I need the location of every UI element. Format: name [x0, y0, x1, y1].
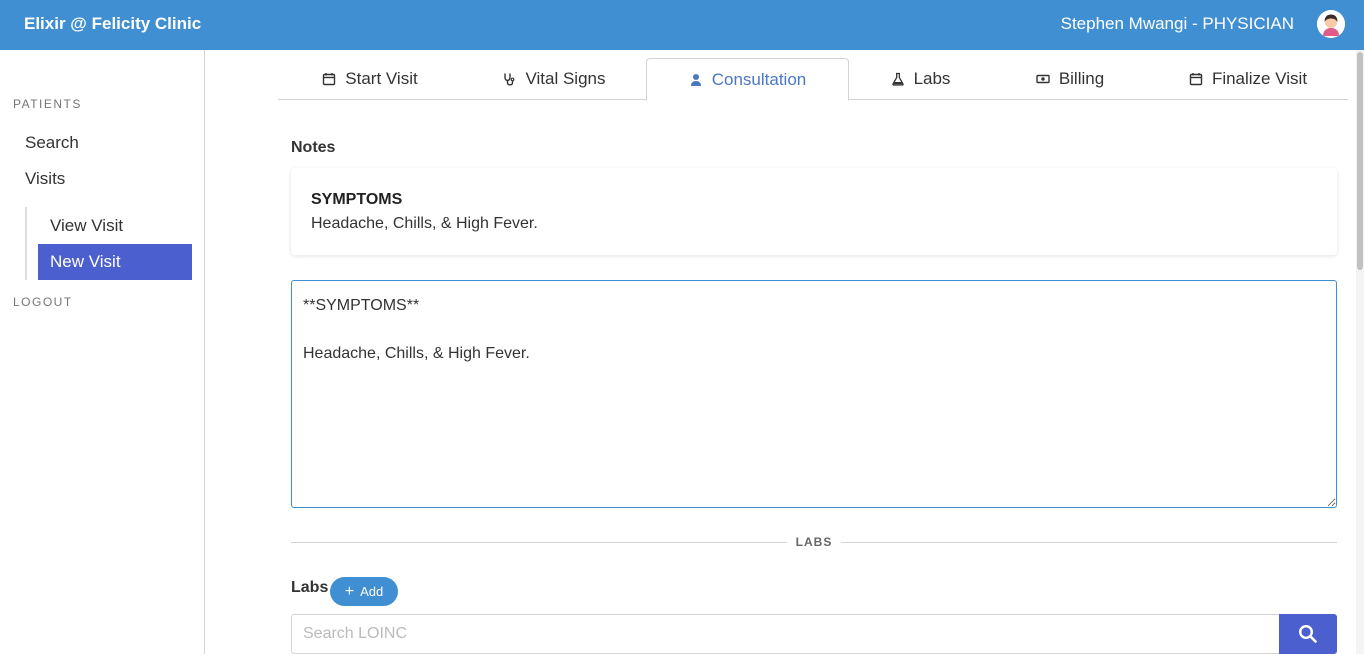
add-label: Add	[360, 584, 384, 599]
flask-icon	[891, 72, 904, 86]
tab-billing[interactable]: Billing	[992, 58, 1148, 100]
page-scrollbar-thumb[interactable]	[1357, 52, 1363, 270]
labs-divider: LABS	[291, 533, 1337, 551]
tab-label: Labs	[913, 69, 951, 88]
notes-preview-card: SYMPTOMS Headache, Chills, & High Fever.	[291, 168, 1337, 255]
loinc-search-input[interactable]	[291, 614, 1280, 654]
tab-consultation[interactable]: Consultation	[646, 58, 849, 101]
avatar[interactable]	[1317, 10, 1345, 38]
tab-finalize-visit[interactable]: Finalize Visit	[1148, 58, 1348, 100]
money-icon	[1036, 74, 1050, 84]
notes-preview-heading: SYMPTOMS	[311, 191, 403, 208]
sidebar-item-search[interactable]: Search	[25, 133, 79, 153]
tab-label: Vital Signs	[525, 69, 606, 88]
labs-title: Labs	[291, 579, 329, 596]
submenu-guide-line	[25, 207, 27, 280]
sidebar-section-patients: PATIENTS	[13, 97, 82, 111]
tab-label: Billing	[1058, 69, 1105, 88]
calendar-icon	[323, 73, 336, 86]
sidebar-item-new-visit[interactable]: New Visit	[38, 244, 192, 280]
divider-line-right	[841, 542, 1337, 543]
tab-start-visit[interactable]: Start Visit	[278, 58, 462, 100]
avatar-icon	[1317, 10, 1345, 38]
loinc-search	[291, 614, 1337, 654]
add-lab-button[interactable]: + Add	[330, 577, 398, 606]
calendar-check-icon	[1189, 73, 1203, 86]
tab-label: Finalize Visit	[1211, 69, 1308, 88]
divider-line-left	[291, 542, 787, 543]
sidebar-item-visits[interactable]: Visits	[25, 169, 65, 189]
sidebar-item-view-visit[interactable]: View Visit	[38, 208, 192, 244]
app-title[interactable]: Elixir @ Felicity Clinic	[24, 14, 201, 34]
stethoscope-icon	[504, 73, 515, 86]
plus-icon: +	[344, 582, 355, 600]
sidebar-item-logout[interactable]: LOGOUT	[13, 295, 73, 309]
search-icon	[1298, 624, 1317, 643]
tab-labs[interactable]: Labs	[849, 58, 992, 100]
tab-vital-signs[interactable]: Vital Signs	[462, 58, 646, 100]
top-bar: Elixir @ Felicity Clinic Stephen Mwangi …	[0, 0, 1364, 50]
notes-preview-text: Headache, Chills, & High Fever.	[311, 215, 538, 232]
notes-editor[interactable]	[291, 280, 1337, 508]
tab-label: Start Visit	[345, 69, 418, 88]
notes-title: Notes	[291, 139, 336, 156]
divider-label: LABS	[795, 535, 833, 549]
visit-tabs: Start Visit Vital Signs Consultation Lab…	[278, 58, 1348, 101]
doctor-icon	[690, 73, 701, 86]
search-button[interactable]	[1279, 614, 1337, 654]
sidebar: PATIENTS Search Visits View Visit New Vi…	[0, 50, 205, 654]
tab-label: Consultation	[711, 69, 807, 89]
user-name: Stephen Mwangi - PHYSICIAN	[1060, 14, 1294, 33]
